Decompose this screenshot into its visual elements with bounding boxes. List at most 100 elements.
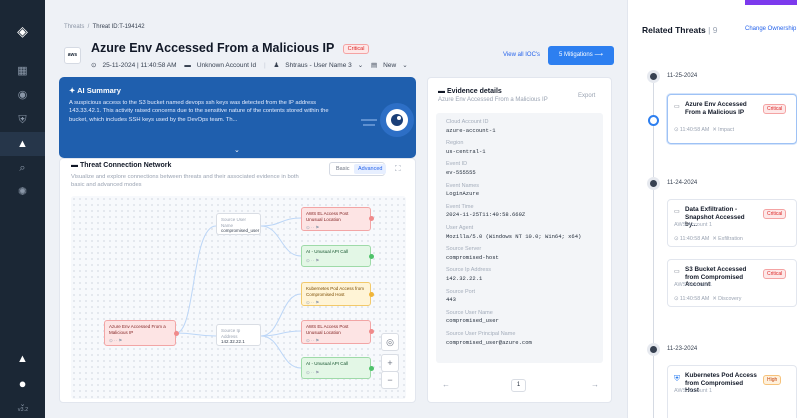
related-threat-account: AWS Account 1 <box>674 282 713 288</box>
mitigations-button[interactable]: 5 Mitigations ⟶ <box>548 46 614 65</box>
network-node-aws-unusual-2[interactable]: AWS EL Access Post Unusual Location ⊙ ··… <box>301 320 371 344</box>
node-label: Kubernetes Pod Access from Compromised H… <box>306 286 365 297</box>
app-logo-icon[interactable]: ◈ <box>15 24 30 39</box>
related-threat-footer: ⊙ 11:40:58 AM ✕ Exfiltration <box>674 236 743 242</box>
network-title: ▬ Threat Connection Network <box>71 162 171 169</box>
node-label-key: Source Ip Address <box>221 328 241 339</box>
recenter-button[interactable]: ◎ <box>381 333 399 351</box>
change-ownership-button[interactable]: Change Ownership <box>745 26 796 32</box>
ai-summary-title: ✦ AI Summary <box>69 86 121 95</box>
evidence-item: Source Ip Address 142.32.22.1 <box>446 267 491 282</box>
severity-badge: Critical <box>763 104 787 114</box>
network-node-user[interactable]: Source User Name compromised_user <box>216 213 261 235</box>
network-canvas[interactable]: Azure Env Accessed From a Malicious IP ⊙… <box>71 196 406 399</box>
related-threat-time: 11:40:58 AM <box>679 296 710 302</box>
aws-icon: ▭ <box>674 269 680 275</box>
export-button[interactable]: Export <box>578 93 595 99</box>
timeline-date-dot <box>647 343 660 356</box>
search-icon[interactable]: ⌕ <box>15 161 30 176</box>
evidence-item: Source User Principal Name compromised_us… <box>446 331 532 346</box>
network-title-text: Threat Connection Network <box>79 162 172 169</box>
fullscreen-icon[interactable]: ⛶ <box>395 164 401 174</box>
related-threat-card[interactable]: ▭ S3 Bucket Accessed from Compromised Ac… <box>667 259 797 307</box>
breadcrumb-root[interactable]: Threats <box>64 24 84 30</box>
ai-summary-title-text: AI Summary <box>77 86 121 95</box>
settings-icon[interactable]: ✺ <box>15 185 30 200</box>
threat-title: Azure Env Accessed From a Malicious IP <box>91 41 335 55</box>
node-label-key: Source User Name <box>221 217 247 228</box>
bell-icon[interactable]: ▲ <box>15 352 30 367</box>
related-threat-tag: Discovery <box>718 296 742 302</box>
dashboard-icon[interactable]: ▦ <box>15 64 30 79</box>
node-meta: ⊙ ·· ⚑ <box>306 257 320 263</box>
severity-badge: High <box>763 375 782 385</box>
node-meta: ⊙ ·· ⚑ <box>306 300 320 305</box>
network-node-unusual-api-1[interactable]: AI - Unusual API Call ⊙ ·· ⚑ <box>301 245 371 267</box>
status-dropdown[interactable]: New <box>383 62 396 69</box>
aws-icon: ▭ <box>674 209 680 215</box>
eye-icon[interactable]: ◉ <box>15 88 30 103</box>
related-threat-time: 11:40:58 AM <box>679 236 710 242</box>
network-node-main-threat[interactable]: Azure Env Accessed From a Malicious IP ⊙… <box>104 320 176 346</box>
network-node-ip[interactable]: Source Ip Address 142.32.22.1 <box>216 324 261 346</box>
user-avatar-icon[interactable]: ● <box>15 376 30 391</box>
prev-page-arrow-icon[interactable]: ← <box>442 380 450 389</box>
app-version: v3.2 <box>17 407 29 413</box>
timeline-date-dot <box>647 70 660 83</box>
evidence-value: azure-account-1 <box>446 126 496 134</box>
timeline-date: 11-24-2024 <box>667 180 698 186</box>
evidence-value: 443 <box>446 296 456 304</box>
ai-summary-card: ✦ AI Summary A suspicious access to the … <box>59 77 416 158</box>
sidebar: ◈ ▦ ◉ ⛨ ▲ ⌕ ✺ ▲ ● ⌄ v3.2 <box>0 0 45 418</box>
evidence-value: compromised_user@azure.com <box>446 338 532 346</box>
threat-meta: ⊙ 25-11-2024 | 11:40:58 AM ▬ Unknown Accou… <box>91 62 408 69</box>
related-threat-time: 11:40:58 AM <box>679 127 710 133</box>
mode-advanced-button[interactable]: Advanced <box>354 164 387 174</box>
threat-datetime: 25-11-2024 | 11:40:58 AM <box>102 62 177 69</box>
server-icon: ▬ <box>184 62 191 69</box>
evidence-value: Mozilla/5.0 (Windows NT 10.0; Win64; x64… <box>446 232 582 240</box>
chevron-down-icon[interactable]: ⌄ <box>358 62 363 69</box>
evidence-key: Cloud Account ID <box>446 119 489 125</box>
node-port <box>369 216 374 221</box>
sparkle-icon: ✦ <box>69 86 76 95</box>
network-node-k8s-pod[interactable]: Kubernetes Pod Access from Compromised H… <box>301 282 371 306</box>
node-meta: ⊙ ·· ⚑ <box>306 338 320 343</box>
evidence-item: Event Time 2024-11-25T11:40:58.669Z <box>446 204 525 219</box>
related-threat-tag: Impact <box>718 127 735 133</box>
evidence-key: Event Names <box>446 182 480 189</box>
evidence-subtitle: Azure Env Accessed From a Malicious IP <box>438 97 548 103</box>
next-page-arrow-icon[interactable]: → <box>591 380 599 389</box>
node-meta: ⊙ ·· ⚑ <box>109 338 123 343</box>
alert-icon[interactable]: ▲ <box>15 137 30 152</box>
ai-summary-text: A suspicious access to the S3 bucket nam… <box>69 100 329 123</box>
expand-chevron-icon[interactable]: ⌄ <box>234 146 240 154</box>
zoom-out-button[interactable]: − <box>381 371 399 389</box>
related-threat-card[interactable]: ▭ Azure Env Accessed From a Malicious IP… <box>667 94 797 144</box>
evidence-key: Source User Principal Name <box>446 331 516 337</box>
evidence-item: Event ID ev-555555 <box>446 161 476 176</box>
network-node-aws-unusual-1[interactable]: AWS EL Access Post Unusual Location ⊙ ··… <box>301 207 371 231</box>
ai-eye-illustration-icon <box>361 103 414 137</box>
evidence-item: Region us-central-1 <box>446 140 486 155</box>
evidence-key: Source Port <box>446 288 476 295</box>
assignee-dropdown[interactable]: Shtraus - User Name 3 <box>285 62 351 69</box>
mode-basic-button[interactable]: Basic <box>336 166 349 172</box>
chevron-down-icon[interactable]: ⌄ <box>402 62 407 69</box>
severity-badge: Critical <box>342 43 370 54</box>
timeline-selected-dot <box>648 115 659 126</box>
shield-icon[interactable]: ⛨ <box>15 113 30 128</box>
network-node-unusual-api-2[interactable]: AI - Unusual API Call ⊙ ·· ⚑ <box>301 357 371 379</box>
evidence-item: Source Port 443 <box>446 289 475 304</box>
page-title: Azure Env Accessed From a Malicious IP C… <box>91 41 370 55</box>
severity-badge: Critical <box>763 209 787 219</box>
evidence-value: compromised_user <box>446 317 499 325</box>
view-iocs-button[interactable]: View all IOC's <box>503 52 540 58</box>
related-threat-card[interactable]: ▭ Data Exfiltration - Snapshot Accessed … <box>667 199 797 247</box>
top-accent-bar <box>745 0 797 5</box>
zoom-in-button[interactable]: + <box>381 354 399 372</box>
page-number[interactable]: 1 <box>511 379 526 392</box>
related-threat-card[interactable]: ⛨ Kubernetes Pod Access from Compromised… <box>667 365 797 418</box>
evidence-title: ▬ Evidence details <box>438 88 502 95</box>
node-port <box>369 254 374 259</box>
